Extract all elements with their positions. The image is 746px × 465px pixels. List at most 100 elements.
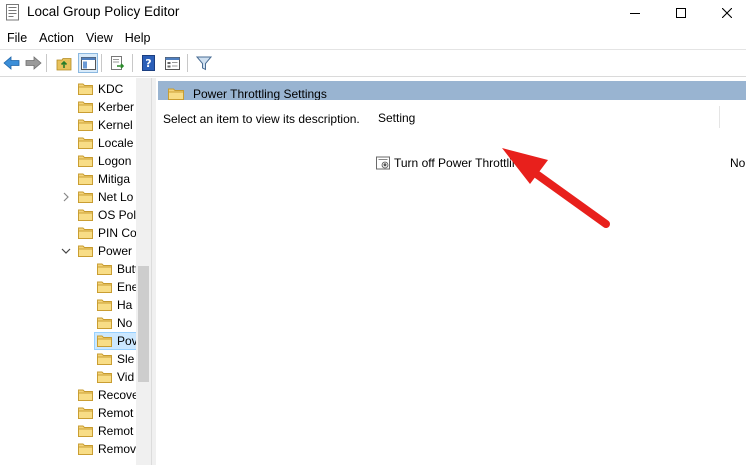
show-hide-tree-icon (80, 56, 96, 70)
folder-icon (97, 281, 112, 293)
menu-action[interactable]: Action (33, 28, 80, 48)
folder-icon (78, 389, 93, 401)
tree-item[interactable]: Ene (0, 278, 140, 296)
tree-item-label: Remov (98, 442, 136, 456)
tree-item[interactable]: No (0, 314, 140, 332)
tree-item-label: Remot (98, 406, 134, 420)
folder-icon (78, 227, 93, 239)
folder-icon (78, 425, 93, 437)
setting-state: No (730, 156, 746, 170)
folder-icon (78, 155, 93, 167)
show-hide-tree-button[interactable] (78, 53, 98, 73)
maximize-icon (676, 8, 686, 18)
back-button[interactable] (1, 53, 21, 73)
folder-icon (78, 101, 93, 113)
folder-icon (97, 317, 112, 329)
maximize-button[interactable] (658, 0, 704, 26)
policy-editor-icon (6, 4, 19, 21)
tree-item-label: Pov (117, 334, 136, 348)
tree-item-label: Power (98, 244, 133, 258)
up-folder-icon (56, 57, 71, 70)
back-arrow-icon (2, 56, 19, 70)
forward-button[interactable] (23, 53, 43, 73)
properties-button[interactable] (162, 53, 182, 73)
folder-icon (78, 191, 93, 203)
column-setting[interactable]: Setting (378, 111, 415, 125)
tree-item[interactable]: Power (0, 242, 140, 260)
forward-arrow-icon (25, 56, 42, 70)
tree-pane: KDC Kerber Kernel Locale Logon Mitiga Net Lo OS… (0, 78, 151, 465)
folder-icon (78, 209, 93, 221)
details-header-title: Power Throttling Settings (193, 87, 327, 101)
tree-item[interactable]: Net Lo (0, 188, 140, 206)
folder-icon (78, 245, 93, 257)
tree-item-label: OS Pol (98, 208, 136, 222)
tree-item-label: Ene (117, 280, 136, 294)
minimize-button[interactable] (612, 0, 658, 26)
folder-icon (78, 443, 93, 455)
tree-item[interactable]: Remot (0, 422, 140, 440)
tree-item-label: Kerber (98, 100, 135, 114)
expand-arrow-right-icon[interactable] (61, 191, 71, 203)
folder-icon (97, 371, 112, 383)
tree-item-label: Kernel (98, 118, 133, 132)
properties-icon (164, 56, 180, 70)
tree-item[interactable]: Butt (0, 260, 140, 278)
tree-item[interactable]: PIN Co (0, 224, 140, 242)
folder-icon (78, 407, 93, 419)
tree-item[interactable]: Remot (0, 404, 140, 422)
column-divider[interactable] (719, 106, 720, 128)
tree-scroll-thumb[interactable] (138, 266, 149, 382)
tree-item-label: Butt (117, 262, 136, 276)
tree-item-label: Logon (98, 154, 132, 168)
tree-item[interactable]: OS Pol (0, 206, 140, 224)
tree-item[interactable]: Recove (0, 386, 140, 404)
description-text: Select an item to view its description. (163, 112, 360, 126)
expand-arrow-down-icon[interactable] (61, 245, 71, 257)
menu-bar: File Action View Help (0, 27, 746, 48)
tree-item[interactable]: Locale (0, 134, 140, 152)
tree-item[interactable]: KDC (0, 80, 140, 98)
tree-item[interactable]: Kerber (0, 98, 140, 116)
tree-item-label: Ha (117, 298, 133, 312)
tree-item-label: Remot (98, 424, 134, 438)
menu-file[interactable]: File (0, 28, 33, 48)
folder-icon (78, 83, 93, 95)
filter-icon (196, 56, 212, 70)
tree-item-label: PIN Co (98, 226, 136, 240)
close-icon (722, 8, 732, 18)
tree-item-label: Net Lo (98, 190, 134, 204)
tree-item-label: Recove (98, 388, 136, 402)
title-bar: Local Group Policy Editor (0, 0, 746, 26)
tree-item[interactable]: Remov (0, 440, 140, 458)
policy-setting-icon (376, 156, 390, 170)
export-list-button[interactable] (107, 53, 127, 73)
help-button[interactable]: ? (139, 53, 159, 73)
tree-item-label: Vid (117, 370, 135, 384)
folder-icon (78, 173, 93, 185)
folder-icon (97, 335, 112, 347)
folder-icon (97, 353, 112, 365)
filter-button[interactable] (194, 53, 214, 73)
tree-item[interactable]: Pov (0, 332, 140, 350)
menu-view[interactable]: View (80, 28, 119, 48)
minimize-icon (630, 13, 640, 14)
tree-item-label: Locale (98, 136, 134, 150)
details-pane: Power Throttling Settings Select an item… (156, 78, 746, 465)
tree-item[interactable]: Logon (0, 152, 140, 170)
tree-item[interactable]: Vid (0, 368, 140, 386)
tree-scrollbar[interactable] (136, 78, 151, 465)
tree-item[interactable]: Ha (0, 296, 140, 314)
export-list-icon (110, 55, 124, 70)
tree-item-label: KDC (98, 82, 124, 96)
close-button[interactable] (704, 0, 746, 26)
setting-name[interactable]: Turn off Power Throttling (394, 156, 525, 170)
tree-item-label: No (117, 316, 133, 330)
tree-item[interactable]: Kernel (0, 116, 140, 134)
menu-help[interactable]: Help (119, 28, 157, 48)
tree-item[interactable]: Sle (0, 350, 140, 368)
tree-item[interactable]: Mitiga (0, 170, 140, 188)
up-level-button[interactable] (54, 53, 74, 73)
details-body: Select an item to view its description. … (158, 100, 746, 465)
folder-icon (168, 88, 184, 100)
